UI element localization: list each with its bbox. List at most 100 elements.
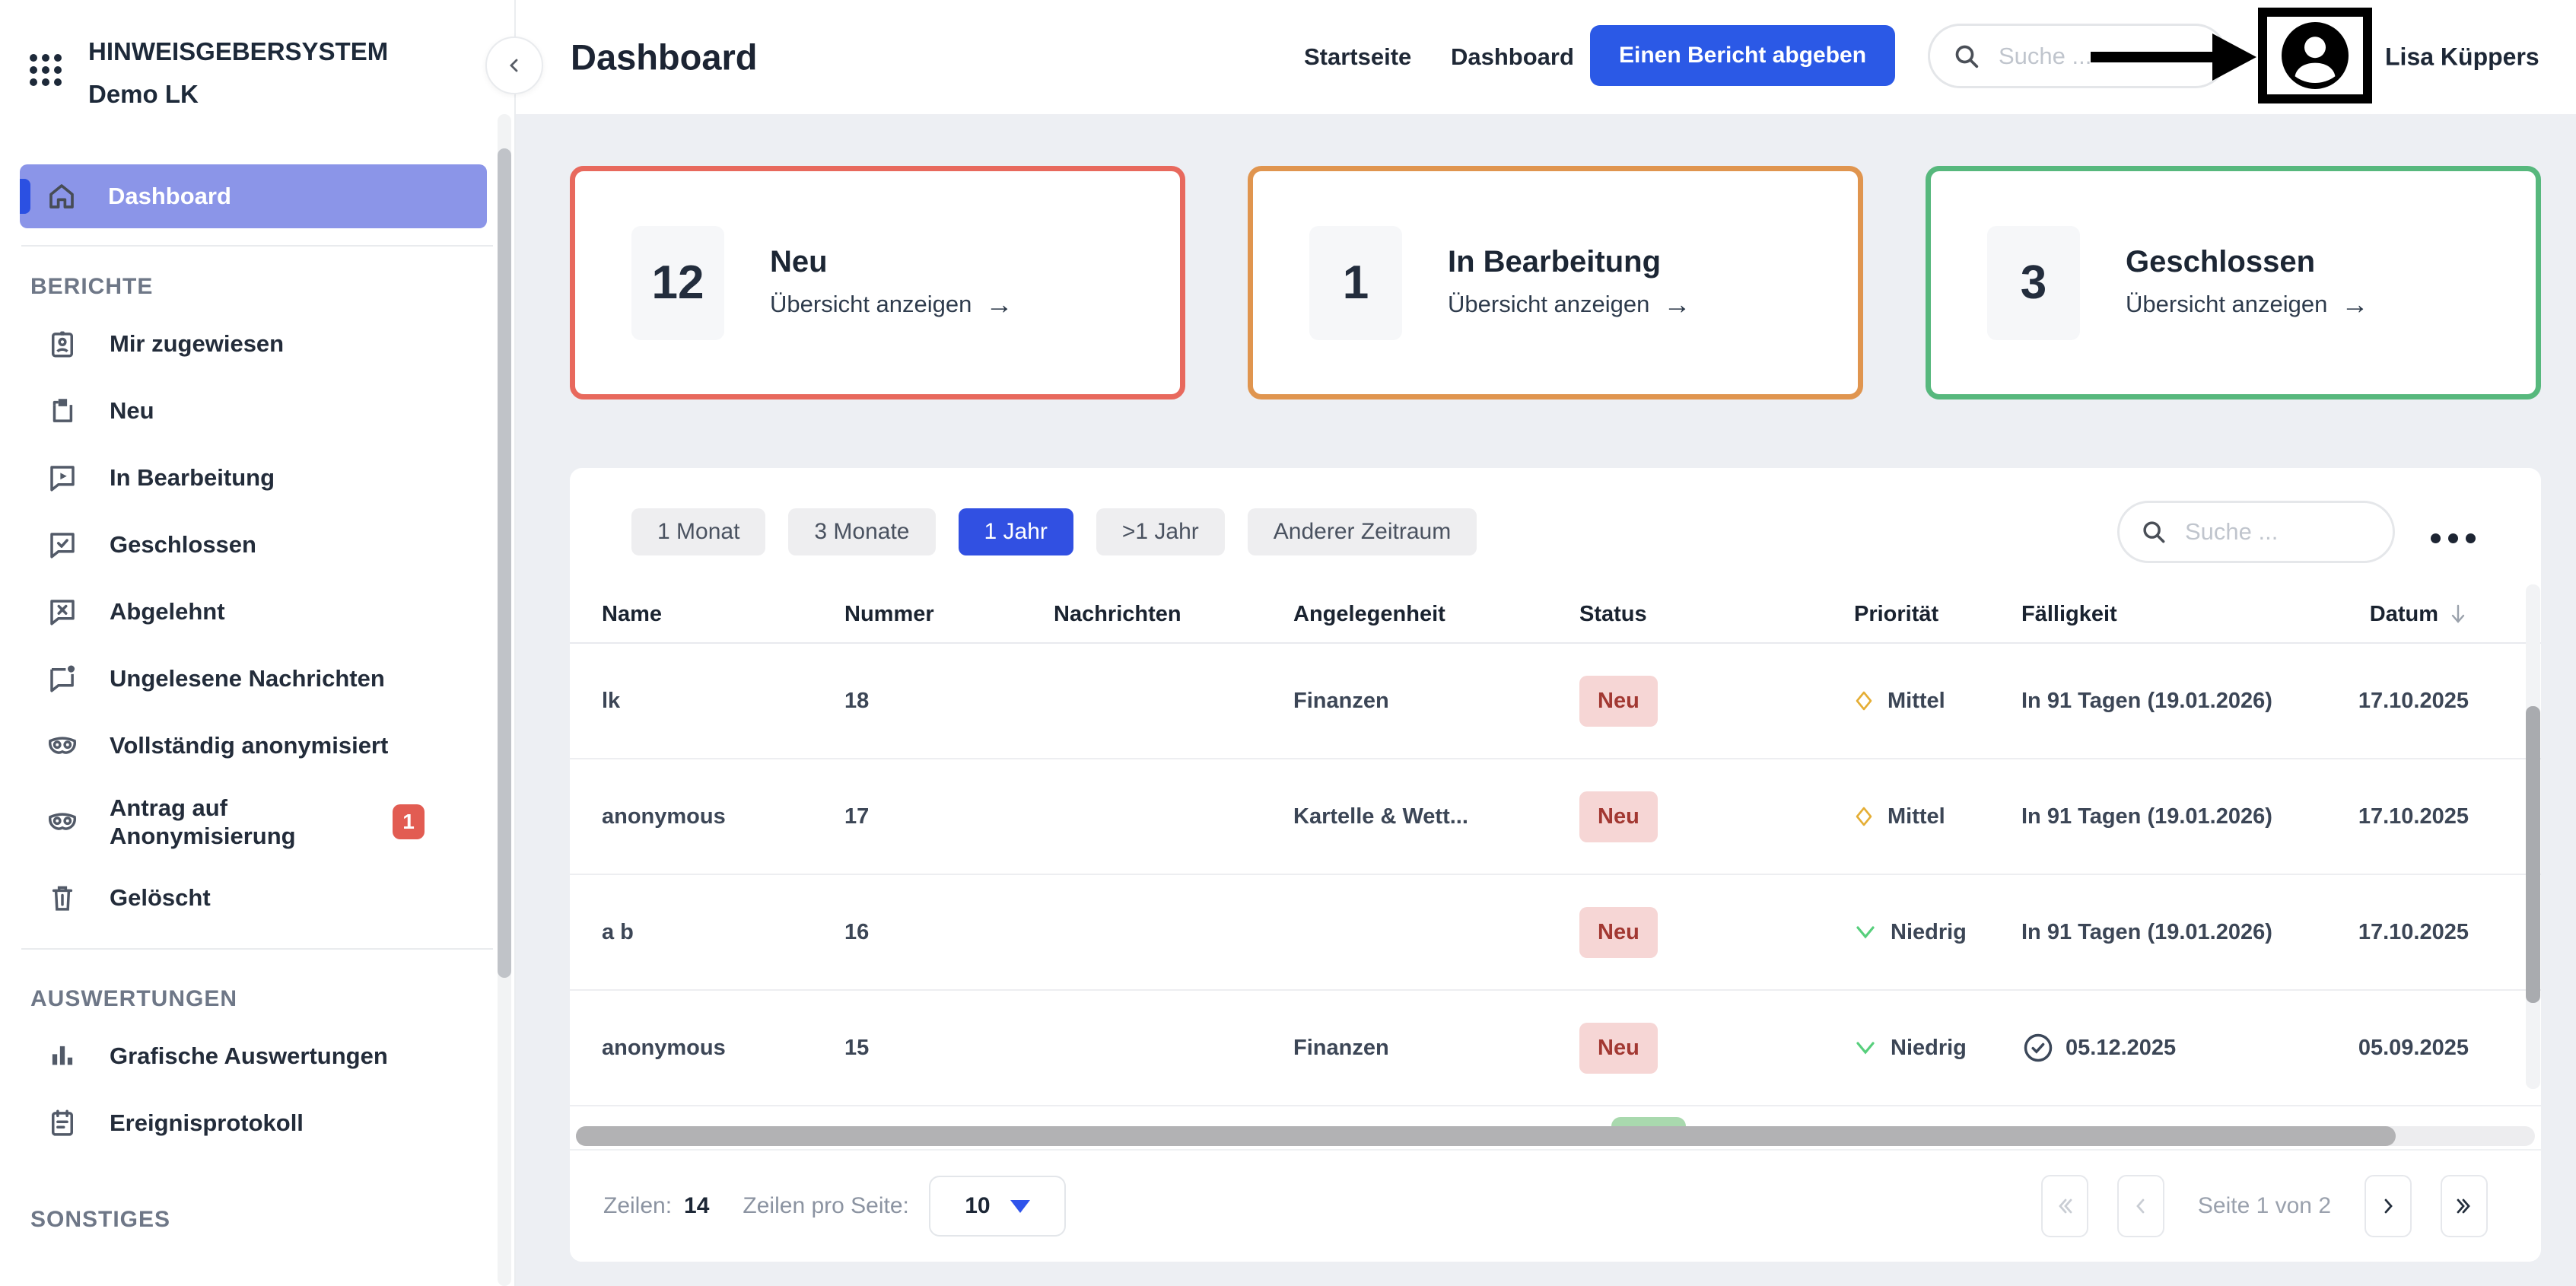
card-overview-link[interactable]: Übersicht anzeigen → [2126, 288, 2368, 320]
nav-dashboard[interactable]: Dashboard [1451, 43, 1574, 71]
table-search-input[interactable] [2185, 518, 2337, 546]
sidebar-section-auswertungen: AUSWERTUNGEN [30, 986, 514, 1012]
sidebar-item-mir-zugewiesen[interactable]: Mir zugewiesen [0, 310, 514, 377]
rows-label: Zeilen: [603, 1193, 672, 1219]
sidebar-item-antrag-auf-anonymisierung[interactable]: Antrag auf Anonymisierung 1 [0, 779, 514, 864]
content-area: 12 Neu Übersicht anzeigen → 1 In Bearbei… [516, 114, 2576, 1286]
table-row[interactable]: lk 18 Finanzen Neu Mittel In 91 Tagen (1… [570, 644, 2541, 759]
assigned-badge-icon [46, 327, 79, 361]
status-badge: Neu [1579, 907, 1658, 958]
search-icon [1951, 41, 1982, 72]
nav-startseite[interactable]: Startseite [1304, 43, 1411, 71]
sidebar-scrollbar[interactable] [498, 148, 511, 978]
sidebar-collapse-button[interactable] [485, 37, 543, 94]
first-page-button[interactable] [2041, 1175, 2088, 1237]
column-header-angelegenheit[interactable]: Angelegenheit [1293, 602, 1579, 627]
closed-chat-icon [46, 528, 79, 562]
sidebar-item-in-bearbeitung[interactable]: In Bearbeitung [0, 444, 514, 511]
app-title: HINWEISGEBERSYSTEM Demo LK [88, 30, 388, 116]
priority-niedrig-icon [1854, 924, 1877, 941]
filter-gt-1-jahr[interactable]: >1 Jahr [1096, 508, 1225, 555]
table-horizontal-scrollbar[interactable] [576, 1126, 2396, 1146]
chevron-right-icon [2375, 1193, 2401, 1219]
sidebar-item-abgelehnt[interactable]: Abgelehnt [0, 578, 514, 645]
card-title: In Bearbeitung [1448, 245, 1690, 279]
card-geschlossen: 3 Geschlossen Übersicht anzeigen → [1926, 166, 2541, 399]
table-row[interactable]: anonymous 17 Kartelle & Wett... Neu Mitt… [570, 759, 2541, 875]
bar-chart-icon [46, 1039, 79, 1073]
notification-badge: 1 [393, 804, 425, 839]
sidebar: HINWEISGEBERSYSTEM Demo LK Dashboard BER… [0, 0, 516, 1286]
sidebar-item-ereignisprotokoll[interactable]: Ereignisprotokoll [0, 1090, 514, 1157]
sort-desc-icon [2447, 603, 2469, 625]
main-area: Dashboard Startseite Dashboard Einen Ber… [516, 0, 2576, 1286]
app-screen: HINWEISGEBERSYSTEM Demo LK Dashboard BER… [0, 0, 2576, 1286]
event-log-icon [46, 1106, 79, 1140]
sidebar-section-sonstiges: SONSTIGES [30, 1207, 514, 1233]
column-header-name[interactable]: Name [602, 602, 844, 627]
divider [21, 948, 493, 950]
next-page-button[interactable] [2365, 1175, 2412, 1237]
sidebar-item-vollstaendig-anonymisiert[interactable]: Vollständig anonymisiert [0, 712, 514, 779]
sidebar-item-neu[interactable]: Neu [0, 377, 514, 444]
table-header-row: Name Nummer Nachrichten Angelegenheit St… [570, 586, 2541, 644]
card-count: 3 [1987, 226, 2080, 340]
double-chevron-right-icon [2451, 1193, 2477, 1219]
in-progress-chat-icon [46, 461, 79, 495]
column-header-datum[interactable]: Datum [2326, 602, 2469, 627]
card-overview-link[interactable]: Übersicht anzeigen → [770, 288, 1013, 320]
submit-report-button[interactable]: Einen Bericht abgeben [1590, 25, 1895, 86]
table-row[interactable]: a b 16 Neu Niedrig In 91 Tagen (19.01.20… [570, 875, 2541, 991]
filter-1-jahr[interactable]: 1 Jahr [959, 508, 1073, 555]
mask-icon [46, 729, 79, 762]
last-page-button[interactable] [2441, 1175, 2488, 1237]
page-title: Dashboard [571, 37, 758, 78]
sidebar-item-grafische-auswertungen[interactable]: Grafische Auswertungen [0, 1023, 514, 1090]
page-indicator: Seite 1 von 2 [2198, 1193, 2331, 1219]
column-header-status[interactable]: Status [1579, 602, 1854, 627]
previous-page-button[interactable] [2117, 1175, 2164, 1237]
chevron-left-icon [2128, 1193, 2154, 1219]
status-badge: Neu [1579, 791, 1658, 842]
table-search [2117, 501, 2395, 563]
avatar-icon [2279, 19, 2352, 92]
table-horizontal-scrollbar-track [576, 1126, 2535, 1146]
app-logo: HINWEISGEBERSYSTEM Demo LK [0, 0, 514, 116]
avatar-highlight-box[interactable] [2258, 8, 2372, 103]
filter-1-monat[interactable]: 1 Monat [631, 508, 765, 555]
sidebar-item-dashboard[interactable]: Dashboard [20, 164, 487, 228]
arrow-right-icon: → [985, 288, 1013, 320]
check-circle-icon [2021, 1031, 2055, 1065]
sidebar-item-geschlossen[interactable]: Geschlossen [0, 511, 514, 578]
reports-table-card: 1 Monat 3 Monate 1 Jahr >1 Jahr Anderer … [570, 468, 2541, 1262]
chevron-left-icon [502, 53, 526, 78]
rejected-chat-icon [46, 595, 79, 629]
filter-anderer-zeitraum[interactable]: Anderer Zeitraum [1248, 508, 1477, 555]
dropdown-arrow-icon [1010, 1200, 1030, 1213]
card-title: Geschlossen [2126, 245, 2368, 279]
card-overview-link[interactable]: Übersicht anzeigen → [1448, 288, 1690, 320]
more-options-icon[interactable] [2431, 533, 2476, 543]
table-row[interactable]: anonymous 15 Finanzen Neu Niedrig [570, 991, 2541, 1106]
stat-cards: 12 Neu Übersicht anzeigen → 1 In Bearbei… [570, 166, 2541, 399]
sidebar-item-label: Dashboard [108, 183, 231, 210]
priority-mittel-icon [1854, 691, 1874, 711]
new-report-icon [46, 394, 79, 428]
rows-per-page-label: Zeilen pro Seite: [743, 1193, 908, 1219]
mask-icon [46, 805, 79, 839]
column-header-faelligkeit[interactable]: Fälligkeit [2021, 602, 2326, 627]
priority-mittel-icon [1854, 807, 1874, 826]
trash-icon [46, 881, 79, 915]
sidebar-item-ungelesene-nachrichten[interactable]: Ungelesene Nachrichten [0, 645, 514, 712]
sidebar-item-geloescht[interactable]: Gelöscht [0, 864, 514, 931]
filter-3-monate[interactable]: 3 Monate [788, 508, 935, 555]
unread-chat-icon [46, 662, 79, 696]
status-badge: Neu [1579, 1023, 1658, 1074]
rows-per-page-select[interactable]: 10 [929, 1176, 1066, 1237]
column-header-nachrichten[interactable]: Nachrichten [1054, 602, 1293, 627]
table-vertical-scrollbar[interactable] [2526, 706, 2540, 1003]
column-header-prioritaet[interactable]: Priorität [1854, 602, 2021, 627]
column-header-nummer[interactable]: Nummer [844, 602, 1054, 627]
card-count: 12 [631, 226, 724, 340]
arrow-right-icon: → [1663, 288, 1690, 320]
